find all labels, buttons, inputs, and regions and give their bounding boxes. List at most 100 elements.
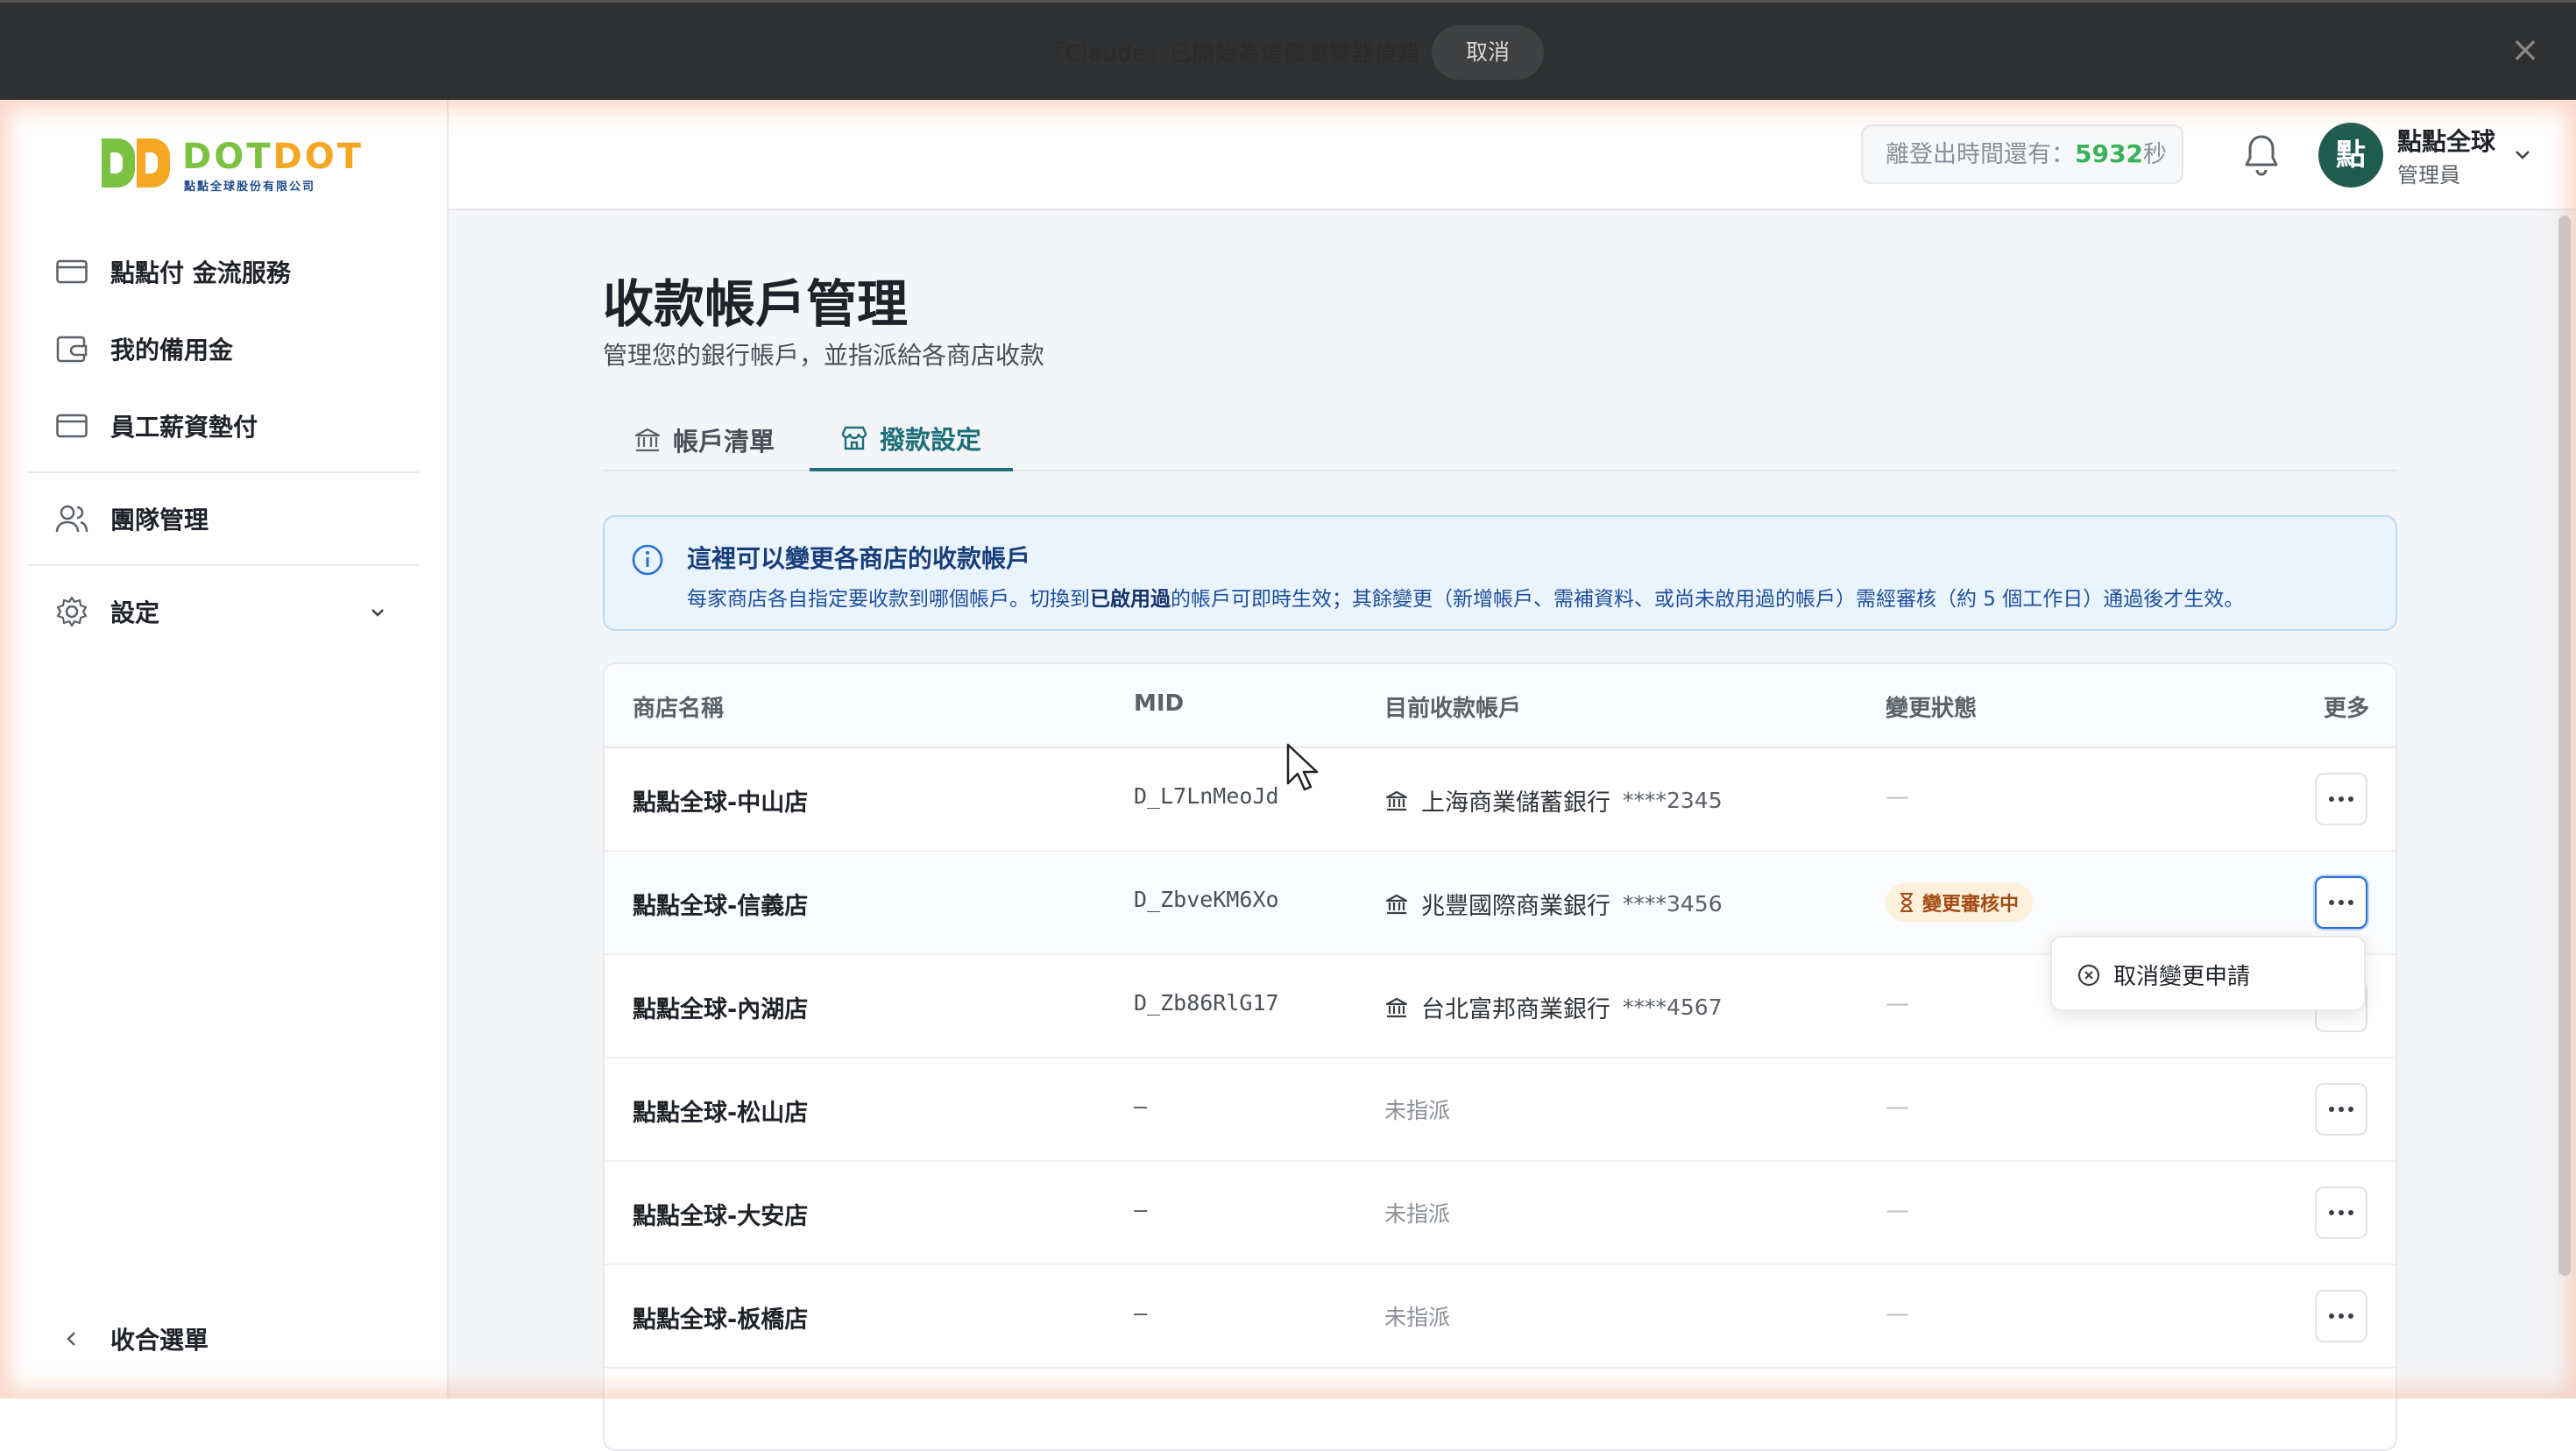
mid-value: D_ZbveKM6Xo xyxy=(1134,887,1279,912)
status-value: — xyxy=(1886,1094,1909,1121)
more-button[interactable] xyxy=(2315,773,2367,825)
bank-name: 上海商業儲蓄銀行 xyxy=(1421,789,1610,817)
logo-mark xyxy=(102,138,172,188)
more-icon xyxy=(2329,796,2353,802)
status-value: — xyxy=(1886,783,1909,810)
table-row: 點點全球-中山店 D_L7LnMeoJd 上海商業儲蓄銀行 ****2345 — xyxy=(605,748,2396,852)
timer-unit: 秒 xyxy=(2142,141,2167,168)
more-button[interactable] xyxy=(2315,1290,2367,1342)
table-row: 點點全球-松山店 — 未指派 — xyxy=(605,1058,2396,1162)
logo[interactable]: DOTDOT 點點全球股份有限公司 xyxy=(102,135,361,194)
sidebar-item-label: 點點付 金流服務 xyxy=(110,258,291,287)
table-header: 商店名稱 MID 目前收款帳戶 變更狀態 更多 xyxy=(605,664,2396,748)
tab-payout-settings[interactable]: 撥款設定 xyxy=(810,408,1014,471)
users-icon xyxy=(54,501,89,536)
chevron-down-icon[interactable] xyxy=(364,599,391,626)
collapse-menu-button[interactable]: 收合選單 xyxy=(54,1318,209,1360)
cancel-circle-icon xyxy=(2077,964,2100,986)
divider xyxy=(28,564,419,566)
sidebar-item-salary-advance[interactable]: 員工薪資墊付 xyxy=(54,405,258,447)
column-header-store: 商店名稱 xyxy=(633,696,725,722)
table-row: 點點全球-板橋店 — 未指派 — xyxy=(605,1265,2396,1369)
menu-item-label: 取消變更申請 xyxy=(2113,964,2251,990)
mouse-cursor-icon xyxy=(1286,743,1319,791)
app-window: DOTDOT 點點全球股份有限公司 點點付 金流服務 我的備用金 員工薪資墊付 xyxy=(0,100,2576,1451)
column-header-account: 目前收款帳戶 xyxy=(1384,696,1522,722)
page-title: 收款帳戶管理 xyxy=(603,274,909,334)
status-value: — xyxy=(1886,1300,1909,1327)
cancel-change-request-item[interactable]: 取消變更申請 xyxy=(2077,959,2250,991)
account-mask: ****4567 xyxy=(1623,994,1723,1020)
credit-card-icon xyxy=(54,254,89,289)
account-unassigned: 未指派 xyxy=(1384,1305,1451,1330)
timer-label: 離登出時間還有： xyxy=(1886,141,2075,168)
sidebar-item-payment-service[interactable]: 點點付 金流服務 xyxy=(54,251,291,293)
sidebar-item-label: 員工薪資墊付 xyxy=(110,413,258,442)
mid-value: — xyxy=(1134,1300,1148,1326)
bank-icon xyxy=(634,428,661,452)
wallet-icon xyxy=(54,331,89,366)
tab-bar: 帳戶清單 撥款設定 xyxy=(603,408,2397,471)
bell-icon[interactable] xyxy=(2240,131,2283,179)
scrollbar-thumb[interactable] xyxy=(2558,216,2571,1276)
store-name: 點點全球-板橋店 xyxy=(633,1306,809,1334)
store-table: 商店名稱 MID 目前收款帳戶 變更狀態 更多 點點全球-中山店 D_L7LnM… xyxy=(603,662,2397,1451)
divider xyxy=(28,471,419,473)
sidebar-item-settings[interactable]: 設定 xyxy=(54,591,159,633)
tab-label: 帳戶清單 xyxy=(673,427,775,457)
more-button[interactable] xyxy=(2315,1186,2367,1239)
sidebar-item-label: 我的備用金 xyxy=(110,336,234,365)
sidebar-item-team[interactable]: 團隊管理 xyxy=(54,498,209,540)
status-value: — xyxy=(1886,1197,1909,1224)
status-badge: 變更審核中 xyxy=(1886,883,2034,922)
close-icon[interactable]: × xyxy=(2508,32,2543,67)
bank-icon xyxy=(1385,894,1408,914)
store-icon xyxy=(841,426,867,450)
user-role: 管理員 xyxy=(2397,163,2460,188)
mid-value: D_L7LnMeoJd xyxy=(1134,783,1279,809)
bank-name: 兆豐國際商業銀行 xyxy=(1421,893,1610,920)
info-title: 這裡可以變更各商店的收款帳戶 xyxy=(687,544,1031,573)
column-header-mid: MID xyxy=(1134,690,1185,717)
hourglass-icon xyxy=(1900,893,1913,912)
info-icon xyxy=(632,544,663,576)
store-name: 點點全球-中山店 xyxy=(633,789,809,817)
timer-value: 5932 xyxy=(2075,139,2143,168)
column-header-more: 更多 xyxy=(2324,696,2370,722)
more-button[interactable] xyxy=(2315,1083,2367,1136)
more-icon xyxy=(2329,1210,2353,1215)
credit-card-icon xyxy=(54,408,89,443)
logo-name: DOTDOT xyxy=(182,137,364,177)
account-cell: 兆豐國際商業銀行 ****3456 xyxy=(1384,887,1723,921)
bank-icon xyxy=(1385,790,1408,810)
collapse-menu-label: 收合選單 xyxy=(110,1326,209,1355)
sidebar: DOTDOT 點點全球股份有限公司 點點付 金流服務 我的備用金 員工薪資墊付 xyxy=(0,100,449,1398)
account-cell: 上海商業儲蓄銀行 ****2345 xyxy=(1384,783,1723,818)
store-name: 點點全球-信義店 xyxy=(633,893,809,920)
logout-timer: 離登出時間還有：5932秒 xyxy=(1861,124,2183,184)
avatar[interactable]: 點 xyxy=(2318,123,2383,188)
column-header-status: 變更狀態 xyxy=(1886,696,1978,722)
logo-company: 點點全球股份有限公司 xyxy=(184,180,316,194)
sidebar-item-petty-cash[interactable]: 我的備用金 xyxy=(54,328,233,370)
page-subtitle: 管理您的銀行帳戶，並指派給各商店收款 xyxy=(603,341,1045,370)
bank-name: 台北富邦商業銀行 xyxy=(1421,996,1610,1023)
banner-cancel-button[interactable]: 取消 xyxy=(1432,25,1544,80)
more-button[interactable] xyxy=(2315,876,2367,929)
bank-icon xyxy=(1385,997,1408,1017)
account-cell: 台北富邦商業銀行 ****4567 xyxy=(1384,990,1723,1024)
sidebar-item-label: 團隊管理 xyxy=(110,506,209,534)
more-icon xyxy=(2329,1107,2353,1112)
banner-message: 「Claude」已開始為這個瀏覽器偵錯 xyxy=(1043,40,1420,66)
gear-icon xyxy=(54,594,89,629)
sidebar-item-label: 設定 xyxy=(110,598,160,627)
user-name[interactable]: 點點全球 xyxy=(2397,123,2495,158)
row-action-menu: 取消變更申請 xyxy=(2050,936,2366,1011)
chevron-down-icon[interactable] xyxy=(2509,142,2536,168)
status-value: — xyxy=(1886,990,1909,1017)
more-icon xyxy=(2329,1313,2353,1319)
account-mask: ****3456 xyxy=(1623,891,1723,917)
tab-account-list[interactable]: 帳戶清單 xyxy=(633,408,775,471)
top-header: 離登出時間還有：5932秒 點 點點全球 管理員 xyxy=(449,100,2576,210)
info-body: 每家商店各自指定要收款到哪個帳戶。切換到已啟用過的帳戶可即時生效；其餘變更（新增… xyxy=(687,588,2245,611)
